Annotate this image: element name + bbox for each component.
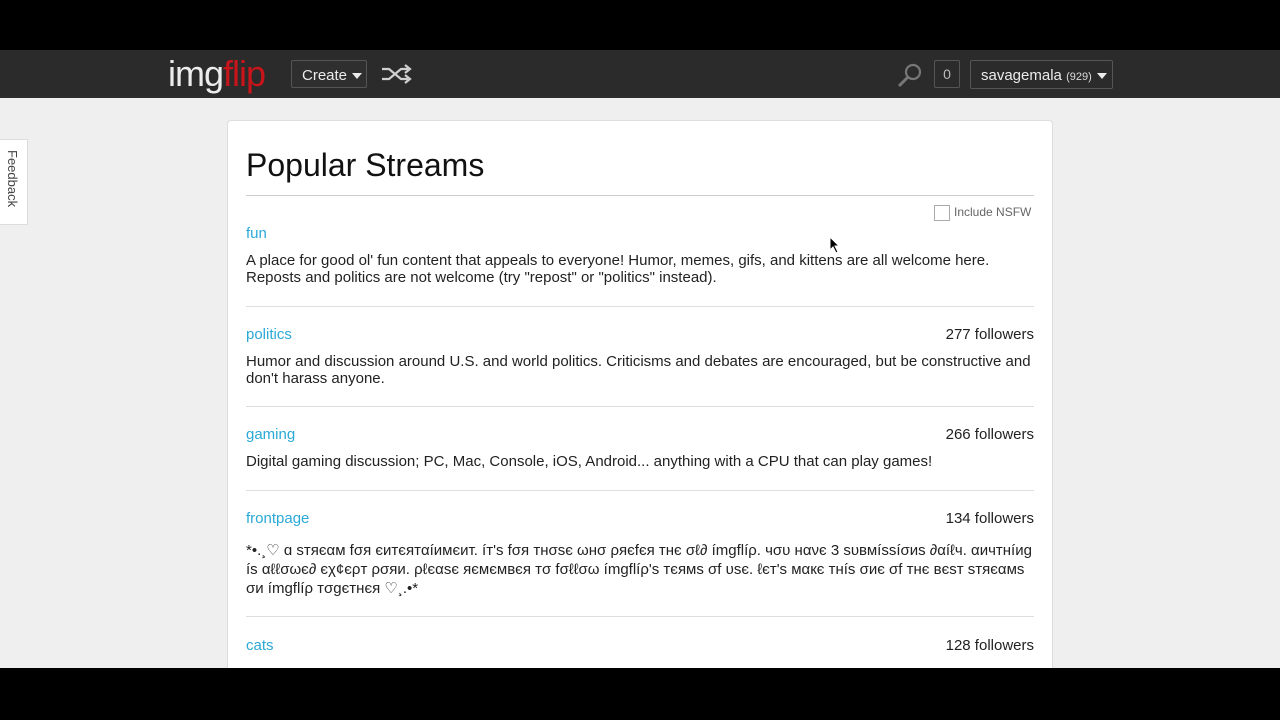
divider	[246, 306, 1034, 307]
stream-followers: 128 followers	[945, 637, 1034, 654]
stream-description: Humor and discussion around U.S. and wor…	[246, 353, 1031, 387]
list-item: frontpage 134 followers *•.¸♡ ɑ sтяєαм f…	[246, 510, 1034, 617]
stream-link[interactable]: frontpage	[246, 510, 1034, 527]
streams-panel: Popular Streams Include NSFW fun A place…	[227, 120, 1053, 668]
stream-link[interactable]: politics	[246, 326, 1034, 343]
list-item: cats 128 followers	[246, 637, 1034, 664]
chevron-down-icon	[1096, 73, 1107, 80]
stream-link[interactable]: gaming	[246, 426, 1034, 443]
divider	[246, 616, 1034, 617]
stream-link[interactable]: fun	[246, 225, 1034, 242]
create-button[interactable]: Create	[291, 60, 367, 88]
divider	[246, 490, 1034, 491]
stream-followers: 266 followers	[945, 426, 1034, 443]
notifications-counter[interactable]: 0	[934, 60, 960, 88]
top-navbar: imgflip Create 0 savagemala (929)	[0, 50, 1280, 98]
stream-followers: 134 followers	[945, 510, 1034, 527]
search-icon[interactable]	[896, 62, 924, 90]
shuffle-icon[interactable]	[380, 64, 412, 84]
list-item: gaming 266 followers Digital gaming disc…	[246, 426, 1034, 491]
page-title: Popular Streams	[246, 147, 485, 183]
feedback-tab[interactable]: Feedback	[0, 139, 28, 225]
nsfw-checkbox[interactable]	[934, 205, 950, 221]
divider	[246, 195, 1034, 196]
stream-followers: 277 followers	[945, 326, 1034, 343]
stream-description: Digital gaming discussion; PC, Mac, Cons…	[246, 453, 933, 470]
mouse-cursor-icon	[829, 236, 841, 254]
user-menu-button[interactable]: savagemala (929)	[970, 60, 1113, 89]
stream-link[interactable]: cats	[246, 637, 1034, 654]
divider	[246, 406, 1034, 407]
stream-description: *•.¸♡ ɑ sтяєαм fσя єитєятαíимєит. íт's f…	[246, 542, 1032, 597]
browser-viewport: imgflip Create 0 savagemala (929) Feedba…	[0, 50, 1280, 668]
list-item: fun A place for good ol' fun content tha…	[246, 225, 1034, 307]
stream-description: A place for good ol' fun content that ap…	[246, 252, 990, 286]
imgflip-logo[interactable]: imgflip	[168, 54, 266, 94]
list-item: politics 277 followers Humor and discuss…	[246, 326, 1034, 407]
nsfw-toggle[interactable]: Include NSFW	[934, 205, 1031, 221]
chevron-down-icon	[352, 73, 363, 80]
